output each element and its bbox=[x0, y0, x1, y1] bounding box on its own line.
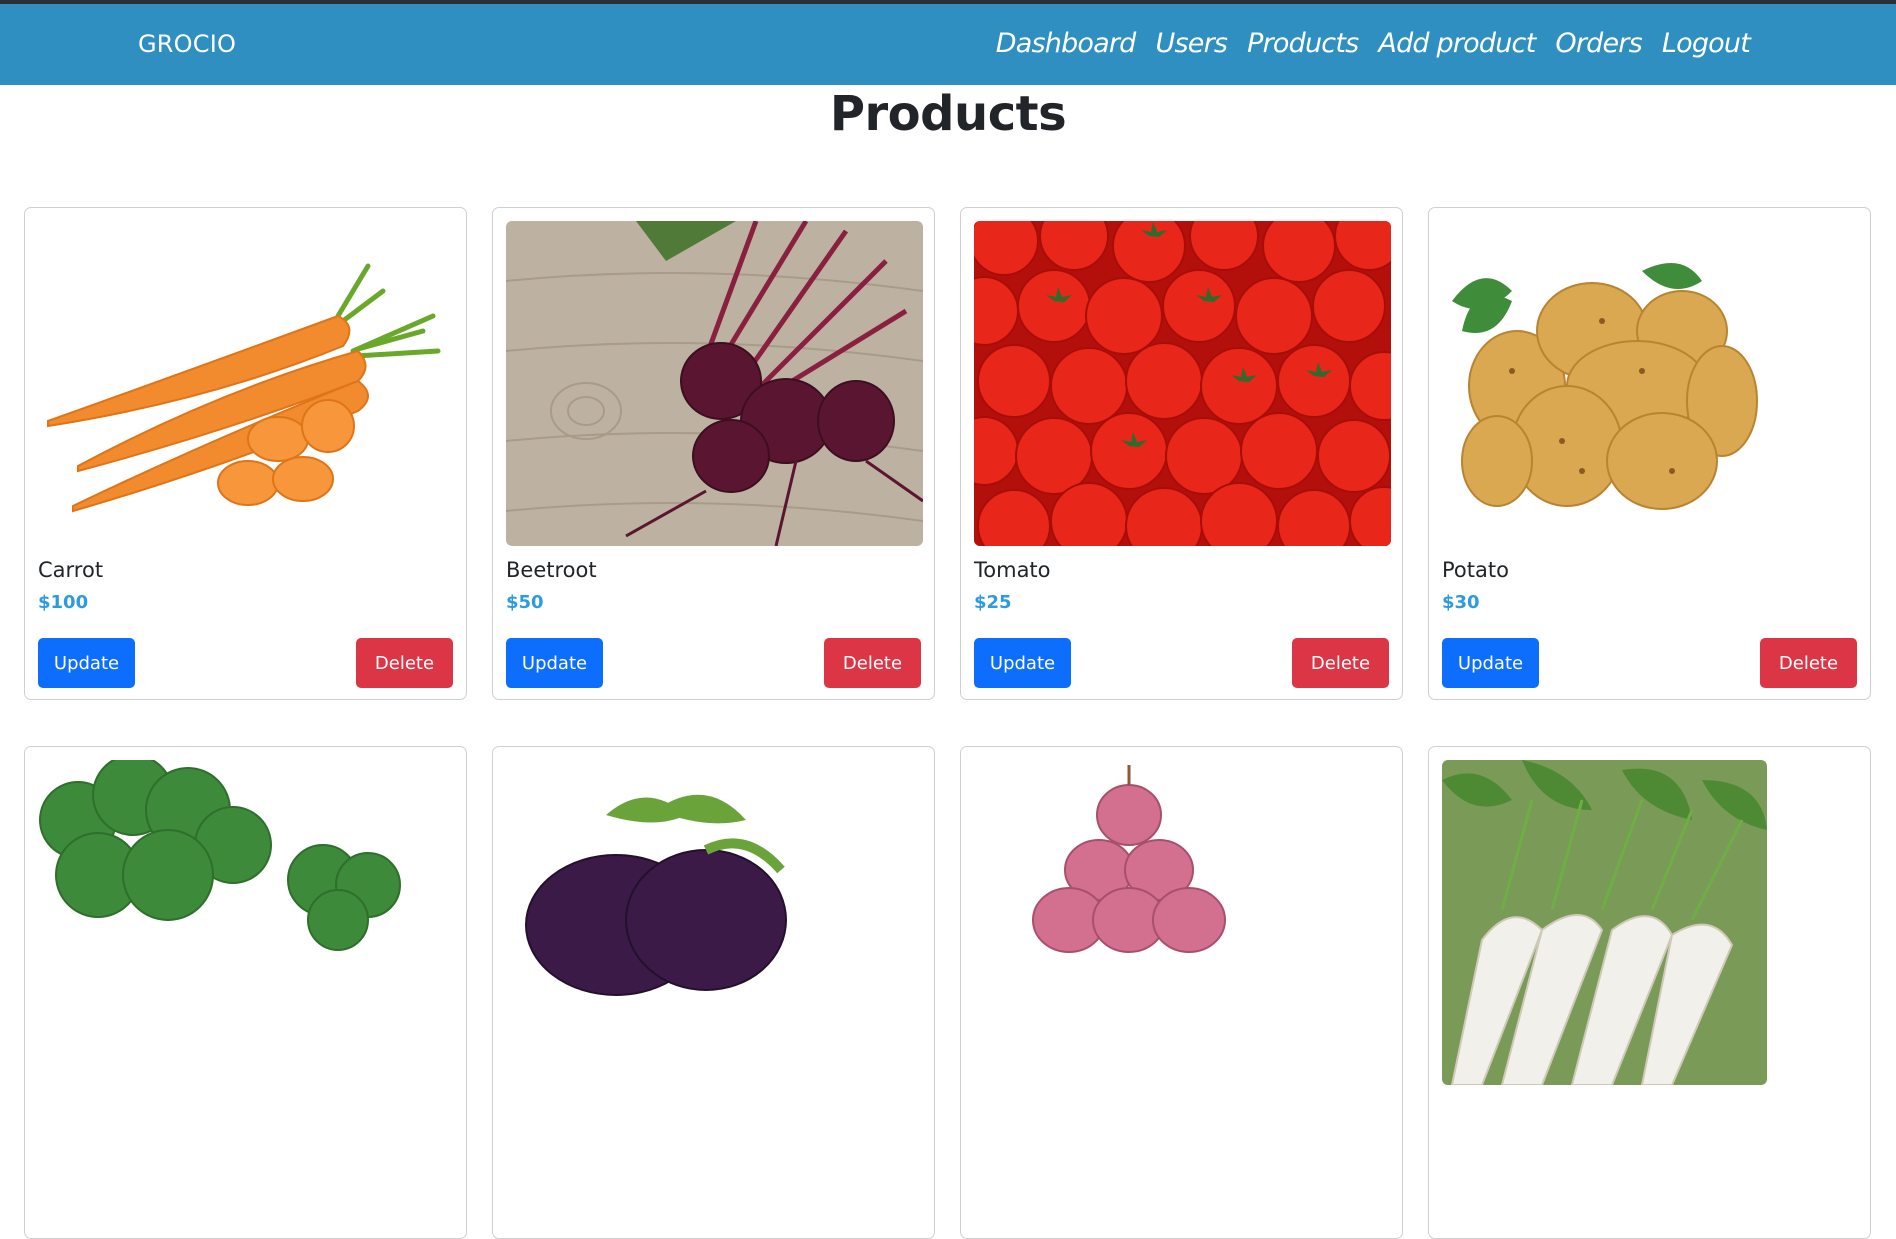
product-name: Tomato bbox=[974, 558, 1051, 582]
nav-links: Dashboard Users Products Add product Ord… bbox=[996, 28, 1751, 59]
product-card-carrot: Carrot $100 Update Delete bbox=[24, 207, 467, 700]
delete-button[interactable]: Delete bbox=[1760, 638, 1857, 688]
nav-link-orders[interactable]: Orders bbox=[1555, 28, 1642, 59]
product-card-tomato: Tomato $25 Update Delete bbox=[960, 207, 1403, 700]
product-card-radish bbox=[1428, 746, 1871, 1239]
product-card-eggplant bbox=[492, 746, 935, 1239]
potato-image bbox=[1442, 221, 1767, 546]
beetroot-image bbox=[506, 221, 923, 546]
update-button[interactable]: Update bbox=[1442, 638, 1539, 688]
nav-link-products[interactable]: Products bbox=[1247, 28, 1359, 59]
nav-link-users[interactable]: Users bbox=[1156, 28, 1228, 59]
product-name: Beetroot bbox=[506, 558, 597, 582]
product-card-onion bbox=[960, 746, 1403, 1239]
nav-link-logout[interactable]: Logout bbox=[1662, 28, 1751, 59]
product-price: $100 bbox=[38, 592, 89, 613]
update-button[interactable]: Update bbox=[974, 638, 1071, 688]
delete-button[interactable]: Delete bbox=[824, 638, 921, 688]
page-title: Products bbox=[829, 86, 1067, 142]
product-price: $50 bbox=[506, 592, 544, 613]
product-name: Carrot bbox=[38, 558, 104, 582]
product-price: $30 bbox=[1442, 592, 1480, 613]
nav-link-dashboard[interactable]: Dashboard bbox=[996, 28, 1137, 59]
update-button[interactable]: Update bbox=[506, 638, 603, 688]
product-card-potato: Potato $30 Update Delete bbox=[1428, 207, 1871, 700]
product-card-beetroot: Beetroot $50 Update Delete bbox=[492, 207, 935, 700]
carrot-image bbox=[38, 221, 455, 546]
brand-logo[interactable]: GROCIO bbox=[138, 30, 236, 58]
navbar: GROCIO Dashboard Users Products Add prod… bbox=[0, 4, 1896, 85]
delete-button[interactable]: Delete bbox=[356, 638, 453, 688]
delete-button[interactable]: Delete bbox=[1292, 638, 1389, 688]
product-card-broccoli bbox=[24, 746, 467, 1239]
nav-link-add-product[interactable]: Add product bbox=[1378, 28, 1536, 59]
tomato-image bbox=[974, 221, 1391, 546]
product-name: Potato bbox=[1442, 558, 1509, 582]
update-button[interactable]: Update bbox=[38, 638, 135, 688]
product-price: $25 bbox=[974, 592, 1012, 613]
